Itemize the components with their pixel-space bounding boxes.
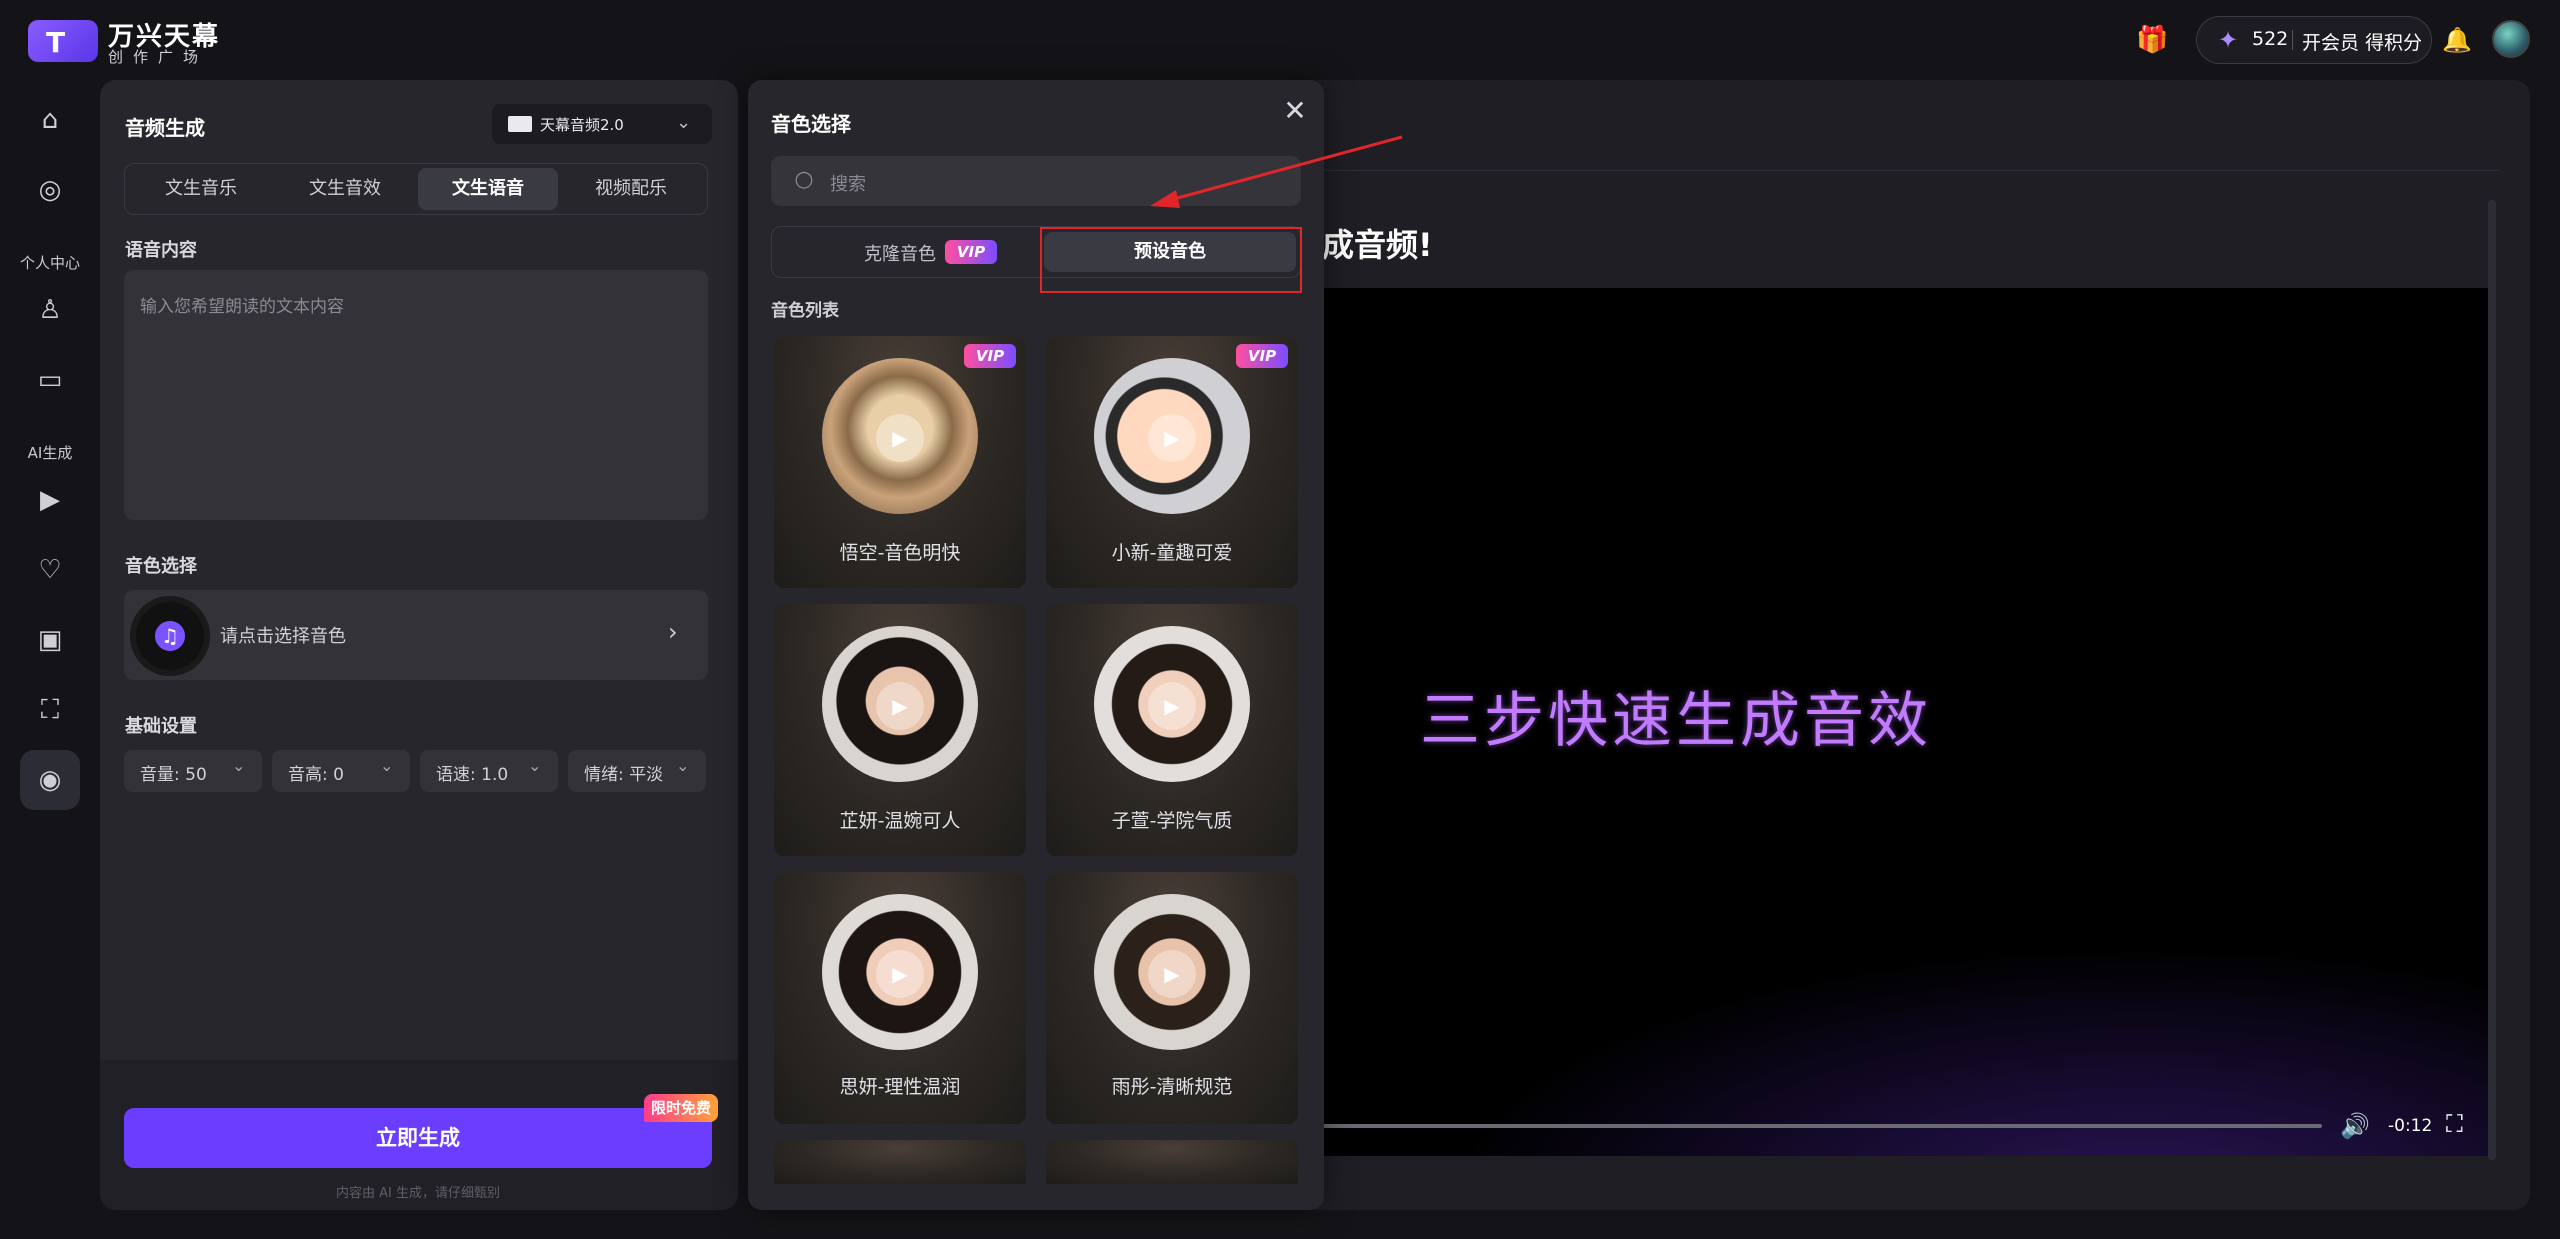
panel-title: 音频生成 bbox=[125, 116, 205, 140]
play-icon[interactable]: ▶ bbox=[876, 682, 924, 730]
membership-link[interactable]: 开会员 得积分 bbox=[2302, 28, 2422, 55]
brand-subtitle: 创作广场 bbox=[108, 48, 209, 66]
voice-label: 音色选择 bbox=[125, 556, 197, 577]
music-note-icon: ♫ bbox=[161, 624, 179, 648]
nav-section-personal: 个人中心 bbox=[19, 254, 80, 272]
vip-badge: VIP bbox=[945, 240, 997, 264]
model-label: 天幕音频2.0 bbox=[540, 116, 624, 134]
ai-disclaimer: 内容由 AI 生成，请仔细甄别 bbox=[336, 1186, 500, 1201]
voice-name: 悟空-音色明快 bbox=[839, 542, 961, 564]
voice-select-button[interactable] bbox=[124, 590, 708, 680]
main-scrollbar[interactable] bbox=[2488, 200, 2496, 1160]
voice-list-label: 音色列表 bbox=[771, 301, 839, 321]
search-icon: ○ bbox=[794, 167, 814, 192]
voice-name: 小新-童趣可爱 bbox=[1111, 542, 1233, 564]
voice-card-partial[interactable] bbox=[774, 1140, 1026, 1184]
chevron-down-icon: ⌄ bbox=[676, 112, 692, 133]
nav-section-ai: AI生成 bbox=[27, 444, 73, 462]
points-divider bbox=[2292, 30, 2293, 50]
chevron-right-icon: › bbox=[668, 618, 678, 646]
video-progress-bar[interactable] bbox=[1322, 1124, 2322, 1128]
vip-badge: VIP bbox=[1236, 344, 1288, 368]
tab-text-speech[interactable]: 文生语音 bbox=[418, 168, 558, 210]
voice-placeholder: 请点击选择音色 bbox=[220, 626, 346, 647]
free-badge: 限时免费 bbox=[644, 1094, 718, 1122]
sparkle-icon: ✦ bbox=[2217, 26, 2239, 54]
nav-compass-icon[interactable]: ◎ bbox=[20, 160, 80, 220]
video-caption: 三步快速生成音效 bbox=[1420, 686, 1932, 756]
nav-video-icon[interactable]: ▶ bbox=[20, 470, 80, 530]
volume-value: 音量: 50 bbox=[140, 765, 207, 785]
tab-text-music[interactable]: 文生音乐 bbox=[131, 168, 271, 210]
logo-letter: T bbox=[46, 26, 66, 59]
play-icon[interactable]: ▶ bbox=[1148, 682, 1196, 730]
generate-label[interactable]: 立即生成 bbox=[124, 1108, 712, 1168]
chevron-down-icon: ⌄ bbox=[528, 756, 542, 775]
settings-label: 基础设置 bbox=[125, 716, 197, 737]
speech-text-placeholder: 输入您希望朗读的文本内容 bbox=[140, 297, 344, 317]
play-icon[interactable]: ▶ bbox=[1148, 950, 1196, 998]
nav-music-disc-icon[interactable]: ◉ bbox=[20, 750, 80, 810]
voice-name: 子萱-学院气质 bbox=[1111, 810, 1233, 832]
brand-logo[interactable]: T bbox=[28, 20, 98, 62]
play-icon[interactable]: ▶ bbox=[876, 414, 924, 462]
volume-icon[interactable]: 🔊 bbox=[2340, 1112, 2370, 1140]
nav-user-icon[interactable]: ♙ bbox=[20, 280, 80, 340]
nav-heart-image-icon[interactable]: ♡ bbox=[20, 540, 80, 600]
user-avatar[interactable] bbox=[2492, 20, 2530, 58]
points-value: 522 bbox=[2252, 28, 2289, 50]
modal-title: 音色选择 bbox=[771, 112, 851, 136]
nav-folder-icon[interactable]: ▭ bbox=[20, 350, 80, 410]
search-placeholder: 搜索 bbox=[830, 174, 866, 195]
gift-icon[interactable]: 🎁 bbox=[2136, 24, 2168, 56]
pitch-value: 音高: 0 bbox=[288, 765, 344, 785]
close-icon[interactable]: ✕ bbox=[1280, 96, 1310, 126]
nav-home-icon[interactable]: ⌂ bbox=[20, 90, 80, 150]
emotion-value: 情绪: 平淡 bbox=[584, 765, 664, 785]
tab-video-music[interactable]: 视频配乐 bbox=[561, 168, 701, 210]
tab-clone-voice[interactable]: 克隆音色 bbox=[864, 240, 936, 266]
vip-badge: VIP bbox=[964, 344, 1016, 368]
chevron-down-icon: ⌄ bbox=[232, 756, 246, 775]
voice-name: 雨彤-清晰规范 bbox=[1111, 1076, 1233, 1098]
video-glow bbox=[1322, 900, 2490, 1156]
bell-icon[interactable]: 🔔 bbox=[2442, 24, 2472, 56]
chevron-down-icon: ⌄ bbox=[676, 756, 690, 775]
voice-card-partial[interactable] bbox=[1046, 1140, 1298, 1184]
nav-image-edit-icon[interactable]: ▣ bbox=[20, 610, 80, 670]
voice-name: 芷妍-温婉可人 bbox=[839, 810, 961, 832]
chevron-down-icon: ⌄ bbox=[380, 756, 394, 775]
main-headline: 成音频! bbox=[1322, 226, 1433, 264]
play-icon[interactable]: ▶ bbox=[876, 950, 924, 998]
voice-name: 思妍-理性温润 bbox=[839, 1076, 961, 1098]
top-bar bbox=[0, 0, 2560, 80]
tab-text-sfx[interactable]: 文生音效 bbox=[275, 168, 415, 210]
fullscreen-icon[interactable]: ⛶ bbox=[2446, 1110, 2463, 1138]
play-icon[interactable]: ▶ bbox=[1148, 414, 1196, 462]
speed-value: 语速: 1.0 bbox=[436, 765, 509, 785]
nav-picture-icon[interactable]: ⛶ bbox=[20, 680, 80, 740]
main-divider bbox=[1300, 170, 2500, 171]
content-label: 语音内容 bbox=[125, 240, 197, 261]
video-time: -0:12 bbox=[2388, 1116, 2433, 1136]
model-logo-icon bbox=[508, 116, 532, 132]
annotation-highlight-box bbox=[1040, 227, 1302, 293]
